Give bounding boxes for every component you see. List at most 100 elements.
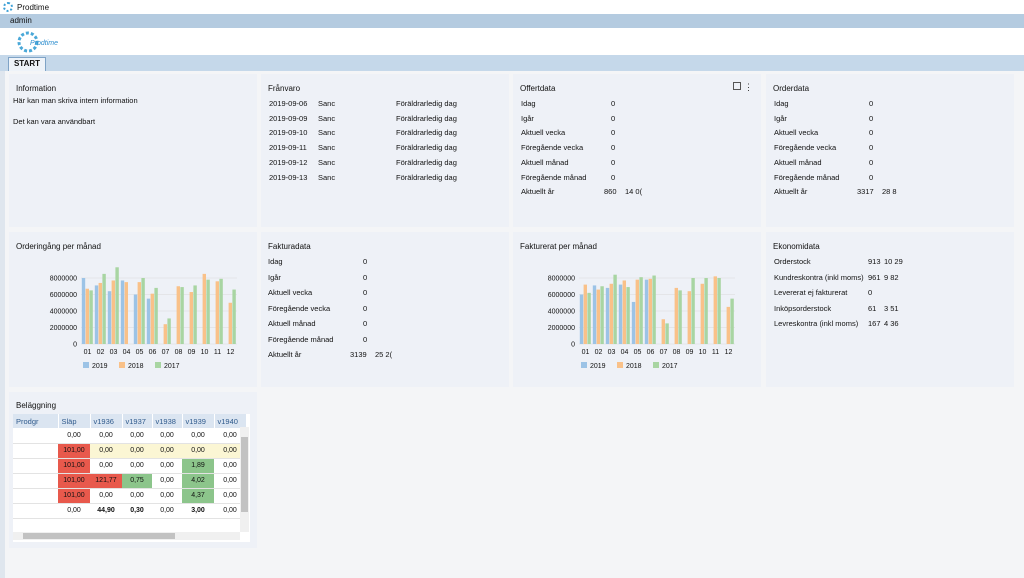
franvaro-type: Föräldrarledig dag <box>396 99 457 108</box>
fakturadata-row-amount: 25 2( <box>375 350 393 359</box>
legend-label: 2019 <box>590 363 606 370</box>
offertdata-row-amount: 14 0( <box>625 187 643 197</box>
grid-cell[interactable]: 0,00 <box>122 428 152 444</box>
grid-header-6[interactable]: v1940 <box>214 414 247 428</box>
table-row[interactable]: 101,00 0,00 0,00 0,00 4,37 0,00 <box>13 488 246 504</box>
x-tick-label: 11 <box>712 349 719 356</box>
offertdata-row-value: 0 <box>611 143 616 153</box>
bar-2019-02 <box>592 285 597 344</box>
grid-cell[interactable]: 121,77 <box>90 473 122 489</box>
orderdata-row-value: 3317 <box>857 187 874 197</box>
fakturadata-row-label: Föregående månad <box>268 334 334 344</box>
bar-2017-10 <box>206 279 210 344</box>
grid-cell[interactable]: 101,00 <box>58 458 90 474</box>
offertdata-row-value: 0 <box>611 128 616 138</box>
offertdata-row-value: 0 <box>611 113 616 123</box>
more-icon[interactable]: ⋮ <box>744 82 753 92</box>
grid-cell[interactable]: 0,75 <box>122 473 152 489</box>
franvaro-type: Föräldrarledig dag <box>396 128 457 138</box>
fakturadata-row-label: Igår <box>268 272 281 282</box>
grid-cell[interactable]: 1,89 <box>182 458 214 474</box>
bar-2019-05 <box>631 301 636 344</box>
grid-header-4[interactable]: v1938 <box>152 414 183 428</box>
grid-cell[interactable]: 0,00 <box>182 428 214 444</box>
grid-cell[interactable]: 4,37 <box>182 488 214 504</box>
franvaro-panel: Frånvaro 2019-09-06 Sanc Föräldrarledig da… <box>261 74 509 227</box>
grid-cell[interactable]: 0,00 <box>90 443 122 459</box>
grid-cell[interactable]: 0,00 <box>90 428 122 444</box>
grid-cell[interactable]: 0,00 <box>122 443 152 459</box>
bar-2017-09 <box>193 285 197 344</box>
franvaro-name: Sanc <box>318 128 336 138</box>
grid-cell[interactable]: 0,00 <box>122 458 152 474</box>
legend-swatch <box>617 362 623 368</box>
table-row[interactable]: 101,00 0,00 0,00 0,00 1,89 0,00 <box>13 458 246 474</box>
ekonomidata-row-label: Inköpsorderstock <box>774 303 832 313</box>
grid-cell[interactable]: 0,00 <box>152 458 182 474</box>
x-tick-label: 07 <box>660 349 668 356</box>
grid-cell[interactable]: 44,90 <box>90 503 122 519</box>
grid-cell[interactable]: 0,00 <box>122 488 152 504</box>
left-collapse-handle[interactable] <box>0 71 5 578</box>
table-row[interactable]: 101,00 0,00 0,00 0,00 0,00 0,00 <box>13 443 246 459</box>
scrollbar-thumb[interactable] <box>23 533 175 539</box>
bar-2017-07 <box>665 323 669 344</box>
grid-header-3[interactable]: v1937 <box>122 414 153 428</box>
belaggning-grid[interactable]: Prodgr Släp v1936 v1937 v1938 v1939 v1940 0,00… <box>13 414 250 542</box>
tab-start[interactable]: START <box>8 57 46 71</box>
table-row[interactable]: 101,00 121,77 0,75 0,00 4,02 0,00 <box>13 473 246 489</box>
grid-cell[interactable]: 3,00 <box>182 503 214 519</box>
grid-cell[interactable]: 0,00 <box>182 443 214 459</box>
franvaro-name: Sanc <box>318 99 336 108</box>
grid-cell[interactable]: 0,00 <box>90 488 122 504</box>
horizontal-scrollbar[interactable] <box>13 532 240 540</box>
grid-cell[interactable]: 0,00 <box>152 428 182 444</box>
legend-swatch <box>581 362 587 368</box>
grid-cell[interactable]: 0,00 <box>152 473 182 489</box>
grid-cell[interactable]: 101,00 <box>58 488 90 504</box>
grid-cell[interactable]: 0,00 <box>152 443 182 459</box>
grid-cell[interactable] <box>13 473 58 489</box>
grid-cell[interactable] <box>13 488 58 504</box>
y-tick-label: 2000000 <box>548 325 575 332</box>
tab-strip: START <box>0 55 1024 71</box>
franvaro-type: Föräldrarledig dag <box>396 172 457 182</box>
franvaro-date: 2019-09-12 <box>269 157 308 167</box>
grid-cell[interactable] <box>13 503 58 519</box>
grid-cell[interactable]: 101,00 <box>58 443 90 459</box>
bar-2019-02 <box>94 285 99 344</box>
grid-cell[interactable]: 0,00 <box>152 488 182 504</box>
grid-header-5[interactable]: v1939 <box>182 414 215 428</box>
grid-cell[interactable]: 0,30 <box>122 503 152 519</box>
grid-cell[interactable]: 0,00 <box>90 458 122 474</box>
offertdata-row-label: Föregående månad <box>521 172 587 182</box>
expand-icon[interactable] <box>733 82 741 90</box>
grid-cell[interactable]: 101,00 <box>58 473 90 489</box>
fakturadata-row-label: Aktuell månad <box>268 319 316 328</box>
franvaro-date: 2019-09-10 <box>269 128 308 138</box>
grid-cell[interactable] <box>13 428 58 444</box>
bar-2018-06 <box>648 278 652 344</box>
y-tick-label: 8000000 <box>548 276 575 283</box>
y-tick-label: 4000000 <box>548 309 575 316</box>
bar-2017-01 <box>587 292 591 344</box>
orderdata-row-label: Aktuellt år <box>774 187 808 197</box>
y-tick-label: 2000000 <box>50 325 77 332</box>
grid-cell[interactable]: 0,00 <box>152 503 182 519</box>
grid-cell[interactable]: 0,00 <box>58 503 90 519</box>
grid-header-1[interactable]: Släp <box>58 414 91 428</box>
table-row[interactable]: 0,00 0,00 0,00 0,00 0,00 0,00 <box>13 428 246 444</box>
fakturerat-panel: Fakturerat per månad 0 2000000 4000000 6000… <box>513 232 761 387</box>
grid-header-2[interactable]: v1936 <box>90 414 123 428</box>
grid-cell[interactable]: 4,02 <box>182 473 214 489</box>
vertical-scrollbar[interactable] <box>240 427 249 532</box>
fakturadata-row-value: 0 <box>363 288 368 297</box>
fakturadata-row-value: 0 <box>363 303 368 313</box>
orderdata-row-label: Igår <box>774 113 787 123</box>
grid-cell[interactable] <box>13 458 58 474</box>
grid-cell[interactable]: 0,00 <box>58 428 90 444</box>
scrollbar-thumb[interactable] <box>241 437 248 512</box>
grid-header-0[interactable]: Prodgr <box>13 414 59 428</box>
grid-cell[interactable] <box>13 443 58 459</box>
table-row[interactable]: 0,00 44,90 0,30 0,00 3,00 0,00 <box>13 503 246 519</box>
